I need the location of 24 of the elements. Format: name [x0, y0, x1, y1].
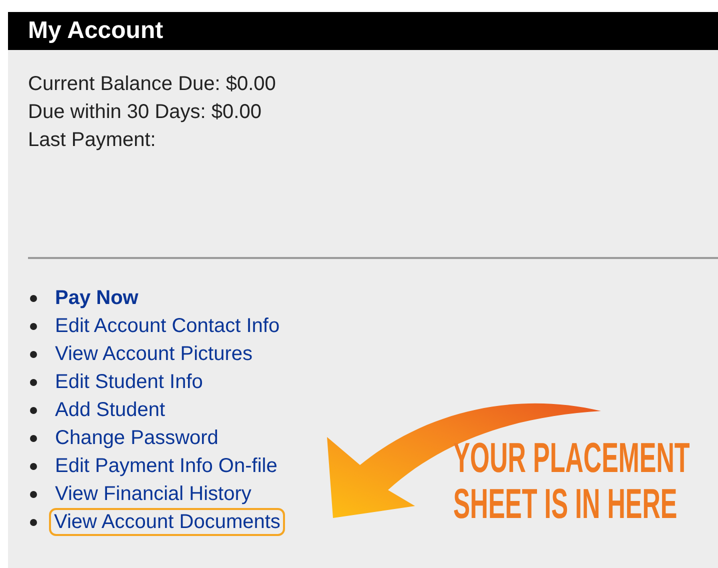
account-link[interactable]: Change Password [55, 426, 218, 450]
bullet-icon [30, 434, 37, 442]
account-link[interactable]: Edit Student Info [55, 370, 203, 394]
balance-text: Due within 30 Days: $0.00 [28, 100, 262, 125]
annotation-text: YOUR PLACEMENT [452, 435, 691, 481]
bullet-icon [30, 490, 37, 498]
balance-text: Last Payment: [28, 128, 157, 153]
account-link[interactable]: Edit Account Contact Info [55, 314, 280, 338]
annotation-text: SHEET IS IN HERE [452, 481, 678, 527]
bullet-icon [30, 294, 37, 302]
account-link[interactable]: View Account Documents [49, 508, 286, 536]
bullet-icon [30, 462, 37, 470]
account-link[interactable]: Edit Payment Info On-file [55, 454, 278, 478]
bullet-icon [30, 350, 37, 358]
account-link[interactable]: Pay Now [55, 286, 138, 310]
bullet-icon [30, 378, 37, 386]
account-link[interactable]: View Financial History [55, 482, 252, 506]
bullet-icon [30, 518, 37, 526]
balance-text: Current Balance Due: $0.00 [28, 72, 277, 97]
bullet-icon [30, 322, 37, 330]
account-link[interactable]: Add Student [55, 398, 166, 422]
bullet-icon [30, 406, 37, 414]
header-title: My Account [28, 17, 164, 45]
account-link[interactable]: View Account Pictures [55, 342, 253, 366]
